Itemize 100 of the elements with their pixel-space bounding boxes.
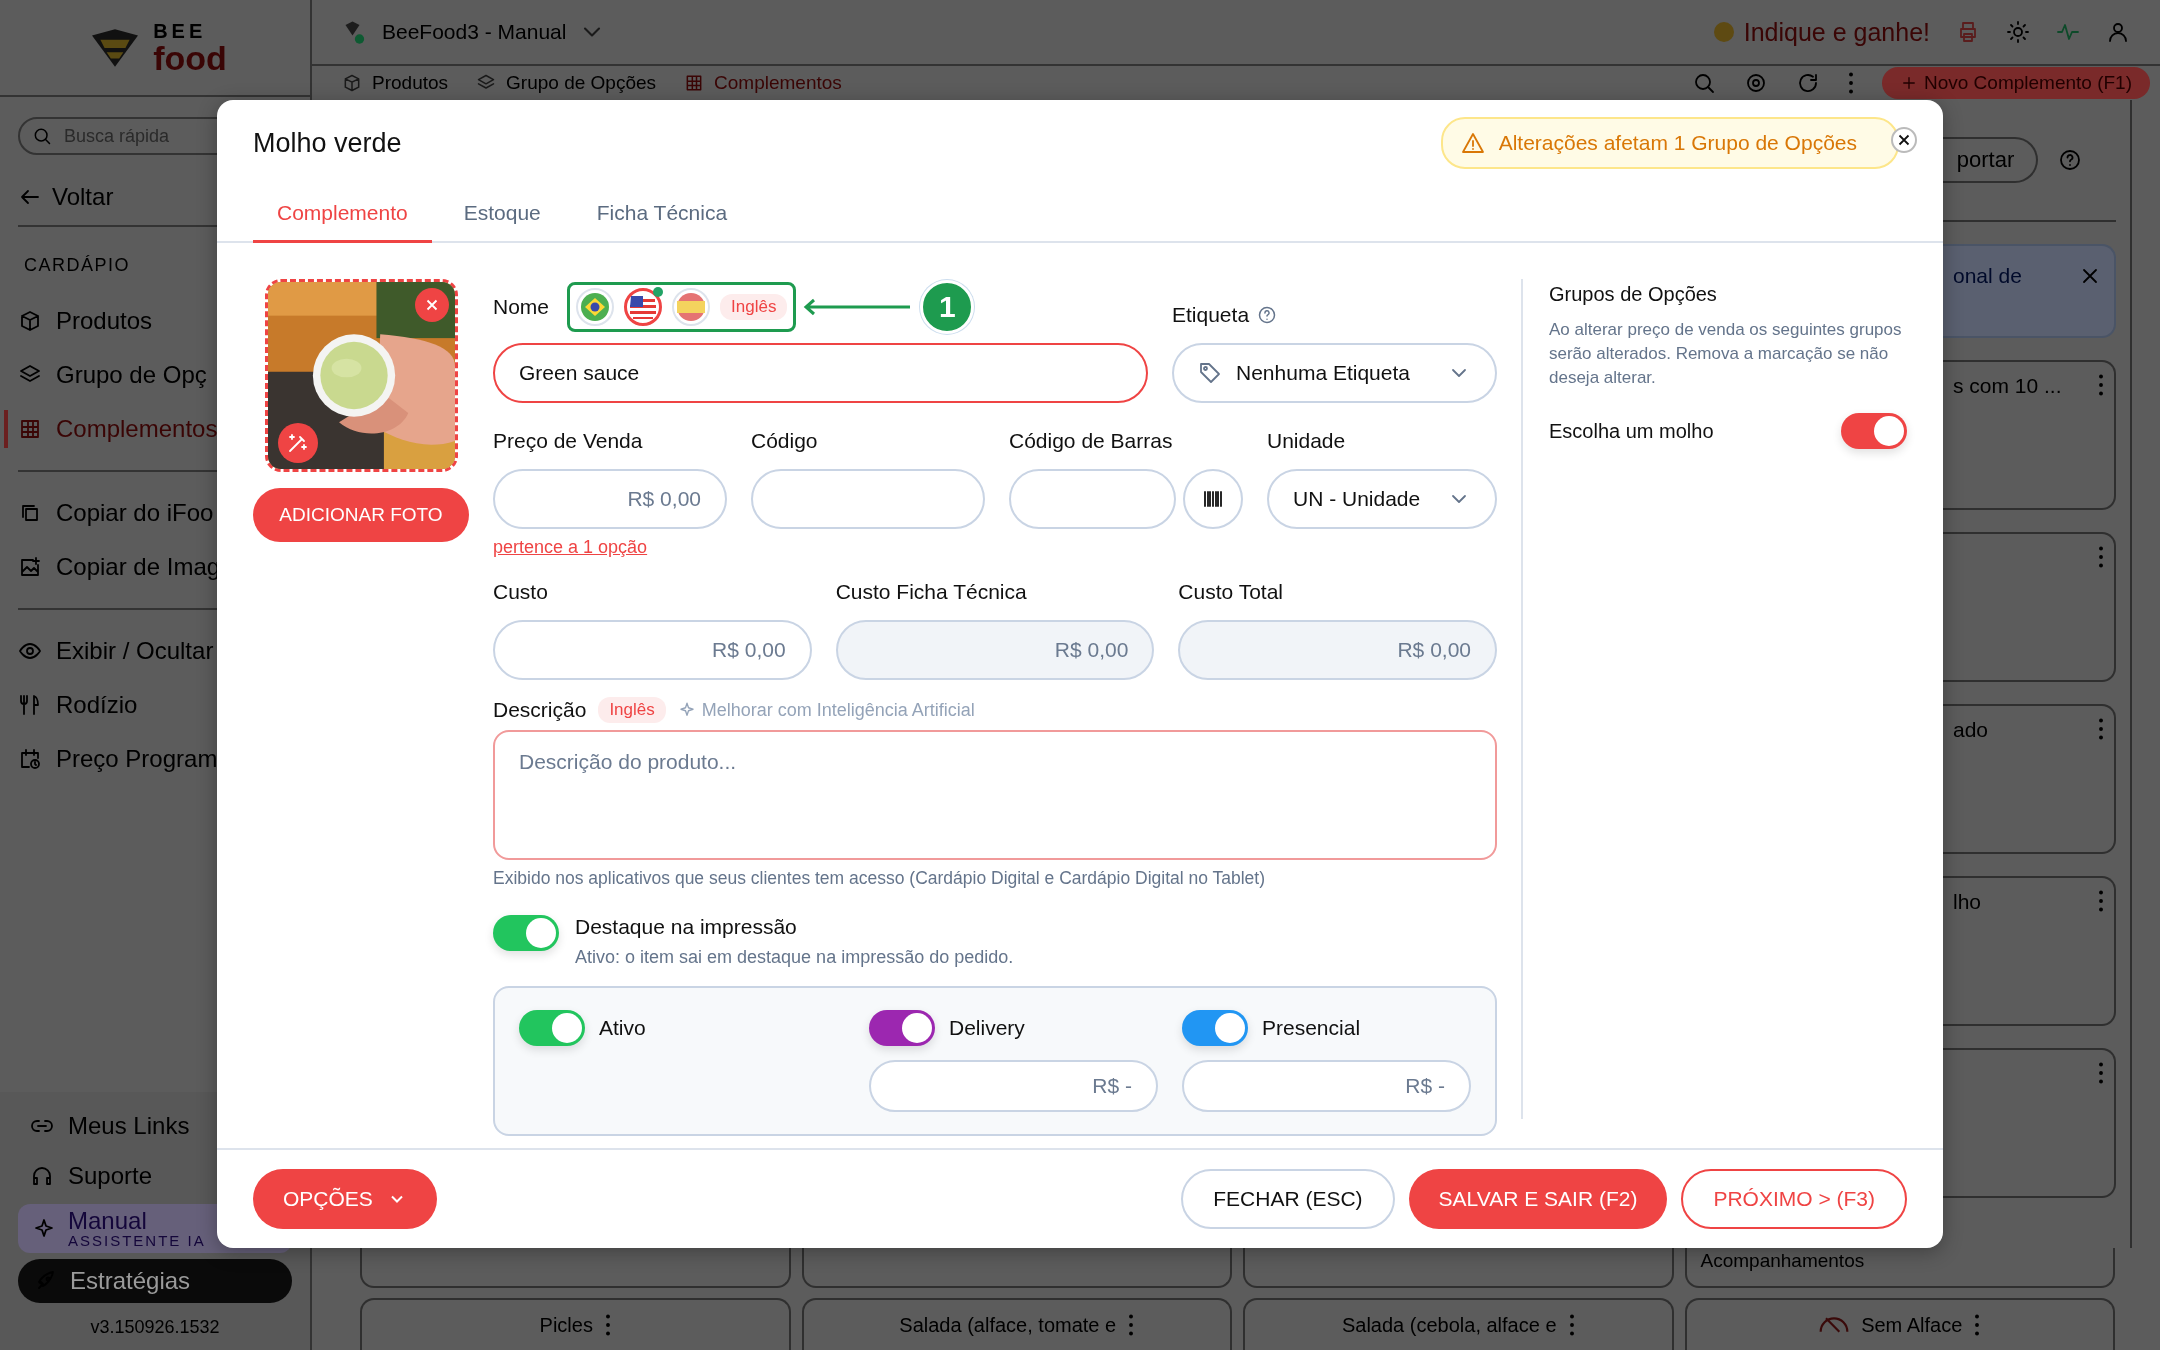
warning-icon — [1460, 131, 1485, 155]
description-textarea[interactable]: Descrição do produto... — [493, 730, 1497, 860]
complement-card[interactable]: Sem Alface — [1684, 1298, 2115, 1350]
field-label: Custo Ficha Técnica — [835, 580, 1027, 604]
more-icon[interactable] — [2098, 374, 2104, 396]
brazil-flag-icon — [580, 292, 611, 322]
nav-tab[interactable]: Complementos — [684, 72, 842, 94]
toggle-switch[interactable] — [869, 1010, 935, 1046]
logo-text: food — [153, 40, 227, 75]
sidebar-item[interactable]: Preço Program — [18, 732, 310, 786]
dialog-tab[interactable]: Estoque — [439, 186, 565, 243]
box-icon — [18, 309, 42, 333]
sparkle-icon — [677, 701, 696, 719]
code-input[interactable] — [751, 469, 985, 529]
field-label: Custo Total — [1178, 580, 1283, 604]
unit-select[interactable]: UN - Unidade — [1267, 469, 1497, 529]
calendar-icon — [18, 747, 42, 771]
card-title: Salada (alface, tomate e — [899, 1313, 1117, 1337]
dialog-tab[interactable]: Complemento — [253, 186, 432, 243]
more-icon[interactable] — [604, 1314, 611, 1336]
toggle-switch[interactable] — [1841, 413, 1907, 450]
card-title: Picles — [539, 1313, 593, 1337]
version-text: v3.150926.1532 — [89, 1316, 221, 1338]
notice-text: onal de — [1952, 264, 2022, 288]
complement-card[interactable]: Salada (cebola, alface e — [1243, 1298, 1674, 1350]
toggle-label: Destaque na impressão — [575, 915, 798, 939]
annotation-number: 1 — [920, 280, 975, 334]
help-text: Exibido nos aplicativos que seus clientes tem acesso (Cardápio Digital e Cardápio Digital no Tablet) — [493, 868, 1267, 889]
dialog-tab[interactable]: Ficha Técnica — [572, 186, 752, 243]
referral-link[interactable]: Indique e ganhe! — [1711, 17, 1930, 47]
toggle-label: Delivery — [949, 1016, 1025, 1040]
card-title: s com 10 ... — [1952, 374, 2062, 398]
price-input[interactable]: R$ - — [1182, 1060, 1471, 1112]
toggle-switch[interactable] — [1182, 1010, 1248, 1046]
sidebar-item[interactable]: Exibir / Ocultar — [18, 624, 310, 678]
next-button[interactable]: PRÓXIMO > (F3) — [1681, 1169, 1907, 1229]
group-label: Escolha um molho — [1549, 419, 1714, 443]
field-label: Código de Barras — [1009, 429, 1173, 453]
nav-tab[interactable]: Produtos — [342, 72, 449, 94]
nav-tab[interactable]: Grupo de Opções — [476, 72, 657, 94]
toggle-switch[interactable] — [519, 1010, 585, 1046]
barcode-input[interactable] — [1009, 469, 1176, 529]
sidebar-item[interactable]: Produtos — [18, 294, 310, 348]
price-input[interactable]: R$ 0,00 — [493, 469, 727, 529]
field-label: Nome — [493, 295, 550, 319]
hint-text: Ativo: o item sai em destaque na impressão do pedido. — [575, 947, 1014, 968]
more-icon[interactable] — [2098, 718, 2104, 740]
complement-card[interactable]: Picles — [360, 1298, 791, 1350]
section-title: Grupos de Opções — [1549, 283, 1718, 306]
sun-icon — [2006, 20, 2030, 44]
field-label: Custo — [493, 580, 548, 604]
more-icon[interactable] — [1847, 72, 1854, 94]
arc-icon — [1819, 1317, 1850, 1333]
toggle-switch[interactable] — [493, 915, 559, 951]
language-badge: Inglês — [720, 294, 788, 320]
barcode-button[interactable] — [1183, 469, 1243, 529]
more-icon[interactable] — [1568, 1314, 1575, 1336]
logo-text: BEE — [153, 20, 208, 41]
complement-card[interactable]: Salada (alface, tomate e — [801, 1298, 1232, 1350]
store-selector[interactable]: BeeFood3 - Manual — [342, 18, 607, 46]
more-icon[interactable] — [2098, 546, 2104, 568]
options-button[interactable]: OPÇÕES — [253, 1169, 437, 1229]
options-link[interactable]: pertence a 1 opção — [493, 537, 648, 558]
name-input[interactable]: Green sauce — [493, 343, 1148, 403]
card-title: lho — [1952, 890, 1982, 914]
close-button[interactable] — [1891, 127, 1917, 153]
save-button[interactable]: SALVAR E SAIR (F2) — [1408, 1169, 1668, 1229]
help-icon — [2058, 148, 2082, 172]
strategies-button[interactable]: Estratégias — [18, 1259, 292, 1303]
price-input[interactable]: R$ - — [869, 1060, 1158, 1112]
card-title: Sem Alface — [1861, 1313, 1963, 1337]
field-label: Código — [751, 429, 818, 453]
language-option[interactable] — [624, 288, 663, 326]
grid-icon — [18, 417, 42, 441]
sidebar-link[interactable]: Meus Links — [18, 1104, 292, 1149]
user-icon — [2106, 20, 2130, 44]
ai-improve-link[interactable]: Melhorar com Inteligência Artificial — [677, 699, 975, 721]
description-text: Ao alterar preço de venda os seguintes grupos serão alterados. Remova a marcação se não deseja alterar. — [1549, 319, 1903, 389]
more-icon[interactable] — [2098, 1062, 2104, 1084]
add-photo-button[interactable]: ADICIONAR FOTO — [253, 488, 469, 542]
search-icon — [32, 126, 52, 146]
field-label: Preço de Venda — [493, 429, 643, 453]
new-complement-button[interactable]: Novo Complemento (F1) — [1881, 67, 2150, 99]
close-dialog-button[interactable]: FECHAR (ESC) — [1181, 1169, 1395, 1229]
spain-flag-icon — [676, 292, 707, 322]
utensils-icon — [18, 693, 42, 717]
sidebar-item[interactable]: Rodízio — [18, 678, 310, 732]
section-heading: CARDÁPIO — [24, 255, 132, 276]
card-title: Salada (cebola, alface e — [1341, 1313, 1557, 1337]
toggle-label: Presencial — [1262, 1016, 1361, 1040]
toggle-label: Ativo — [599, 1016, 646, 1040]
sidebar-item[interactable]: Grupo de Opç — [18, 348, 310, 402]
card-usage-text: Acompanhamentos — [1700, 1250, 1865, 1271]
field-label: Descrição — [493, 698, 587, 722]
card-title: ado — [1952, 718, 1989, 742]
tag-select[interactable]: Nenhuma Etiqueta — [1172, 343, 1497, 403]
more-icon[interactable] — [1128, 1314, 1135, 1336]
more-icon[interactable] — [1974, 1314, 1981, 1336]
cost-input[interactable]: R$ 0,00 — [493, 620, 812, 680]
more-icon[interactable] — [2098, 890, 2104, 912]
